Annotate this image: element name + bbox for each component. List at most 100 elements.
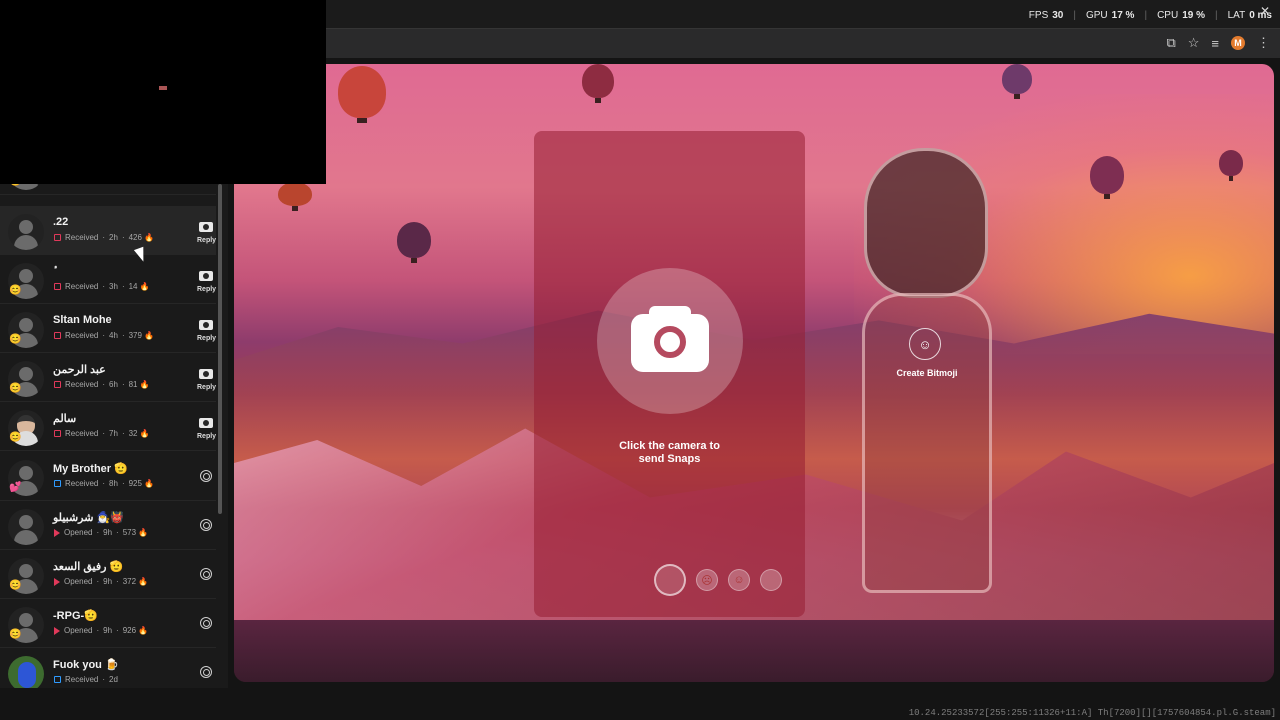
cpu-value: 19 % [1182,10,1205,21]
camera-capture-button[interactable] [597,268,743,414]
caption-line-1: Click the camera to [619,440,720,452]
media-control-icon[interactable]: ≡ [1211,36,1219,51]
camera-outline-icon[interactable] [200,568,212,580]
bitmoji-head [864,148,988,298]
reply-button[interactable]: Reply [197,433,216,440]
balloon-image [1219,150,1243,181]
bottom-band [234,620,1274,682]
balloon-image [278,182,312,211]
dot-separator: · [121,380,125,389]
debug-footer-text: 10.24.25233572[255:255:11326+11:A] Th[72… [908,708,1276,718]
opened-snap-icon [54,626,60,635]
reply-button[interactable]: Reply [197,237,216,244]
chat-row[interactable]: شرشبيلو 🧙‍♂️👹 Opened · 9h · 573 🔥 [0,501,216,550]
friend-emoji-badge: 😊 [9,383,22,394]
chat-name: شرشبيلو 🧙‍♂️👹 [53,512,124,524]
avatar[interactable] [8,509,44,545]
received-chat-icon [54,480,61,487]
chat-row[interactable]: .22 Received · 2h · 426 🔥 Reply [0,206,216,255]
chat-row[interactable]: 😊 سالم Received · 7h · 32 🔥 Reply [0,402,216,451]
dot-separator: · [102,479,106,488]
chat-name: .22 [53,216,69,228]
lens-option-face-icon[interactable]: ☺ [728,569,750,591]
streak-count: 32 🔥 [128,429,150,438]
profile-avatar[interactable]: M [1231,36,1245,50]
camera-outline-icon[interactable] [200,666,212,678]
reply-camera-icon[interactable] [199,416,213,428]
chat-name: Fuok you 🍺 [53,659,119,671]
status-text: Opened [64,626,93,635]
reply-camera-icon[interactable] [199,220,213,232]
dot-separator: · [96,528,100,537]
dot-separator: · [116,577,119,586]
chat-row[interactable]: Fuok you 🍺 Received · 2d [0,648,216,688]
dot-separator: · [102,233,106,242]
received-snap-icon [54,430,61,437]
install-app-icon[interactable]: ⧉ [1166,35,1175,51]
time-text: 9h [103,528,113,537]
dot-separator: · [121,429,125,438]
time-text: 2h [109,233,118,242]
avatar[interactable] [8,214,44,250]
lens-option-face-icon[interactable]: ☹ [696,569,718,591]
lens-selected[interactable] [654,564,686,596]
reply-button[interactable]: Reply [197,384,216,391]
black-overlay-region [0,0,326,184]
lens-option[interactable] [760,569,782,591]
camera-outline-icon[interactable] [200,617,212,629]
chat-name: My Brother 🫡 [53,463,128,475]
chat-row[interactable]: 💕 My Brother 🫡 Received · 8h · 925 🔥 [0,452,216,501]
camera-lens-icon [654,326,686,358]
dot-separator: · [102,331,106,340]
balloon-image [1002,64,1032,99]
chat-row[interactable]: 😊ٔReceived·3h·14 🔥Reply [0,255,216,304]
chat-status: Received · 2h · 426 🔥 [54,233,154,242]
streak-count: 925 🔥 [128,479,155,488]
bookmark-star-icon[interactable]: ☆ [1188,35,1200,51]
fps-label: FPS [1028,10,1049,21]
create-bitmoji-button[interactable]: ☺ [909,328,941,360]
avatar[interactable] [8,656,44,688]
chat-status: Received · 3h · 14 🔥 [54,282,150,291]
dot-separator: · [121,233,125,242]
received-snap-icon [54,381,61,388]
close-icon[interactable]: ✕ [1260,4,1270,18]
menu-kebab-icon[interactable]: ⋮ [1257,35,1270,51]
chat-row[interactable]: 😊 رفيق السعد 🫡 Opened · 9h · 372 🔥 [0,550,216,599]
chat-name: سالم [53,413,77,425]
chat-row[interactable]: 😊 -RPG-🫡 Opened · 9h · 926 🔥 [0,599,216,648]
chat-list: 😊Received·1h·272 🔥Reply.22Received·2h·42… [0,166,228,688]
chat-row[interactable]: 😊 Sltan Mohe Received · 4h · 379 🔥 Reply [0,304,216,353]
dot-separator: · [96,626,100,635]
dot-separator: · [116,626,119,635]
fps-value: 30 [1052,10,1064,21]
reply-button[interactable]: Reply [197,286,216,293]
lens-carousel: ☹ ☺ [654,564,782,596]
reply-camera-icon[interactable] [199,269,213,281]
chat-row[interactable]: 😊 عبد الرحمن Received · 6h · 81 🔥 Reply [0,353,216,402]
friend-emoji-badge: 😊 [9,285,22,296]
status-text: Received [65,380,99,389]
received-snap-icon [54,332,61,339]
overlay-marker [159,86,167,90]
time-text: 4h [109,331,118,340]
chat-status: Received · 2d [54,675,118,684]
bitmoji-face-icon: ☺ [918,336,932,352]
status-text: Received [65,675,99,684]
chat-list-scrollbar[interactable] [218,184,222,514]
streak-count: 81 🔥 [128,380,150,389]
time-text: 8h [109,479,118,488]
opened-snap-icon [54,577,60,586]
reply-camera-icon[interactable] [199,318,213,330]
chat-status: Received · 6h · 81 🔥 [54,380,150,389]
chat-status: Opened · 9h · 573 🔥 [54,528,148,537]
camera-outline-icon[interactable] [200,519,212,531]
create-bitmoji-label[interactable]: Create Bitmoji [862,368,992,378]
reply-camera-icon[interactable] [199,367,213,379]
camera-outline-icon[interactable] [200,470,212,482]
friend-emoji-badge: 😊 [9,334,22,345]
streak-count: 379 🔥 [128,331,155,340]
chat-name: رفيق السعد 🫡 [53,561,124,573]
reply-button[interactable]: Reply [197,335,216,342]
time-text: 9h [103,577,113,586]
